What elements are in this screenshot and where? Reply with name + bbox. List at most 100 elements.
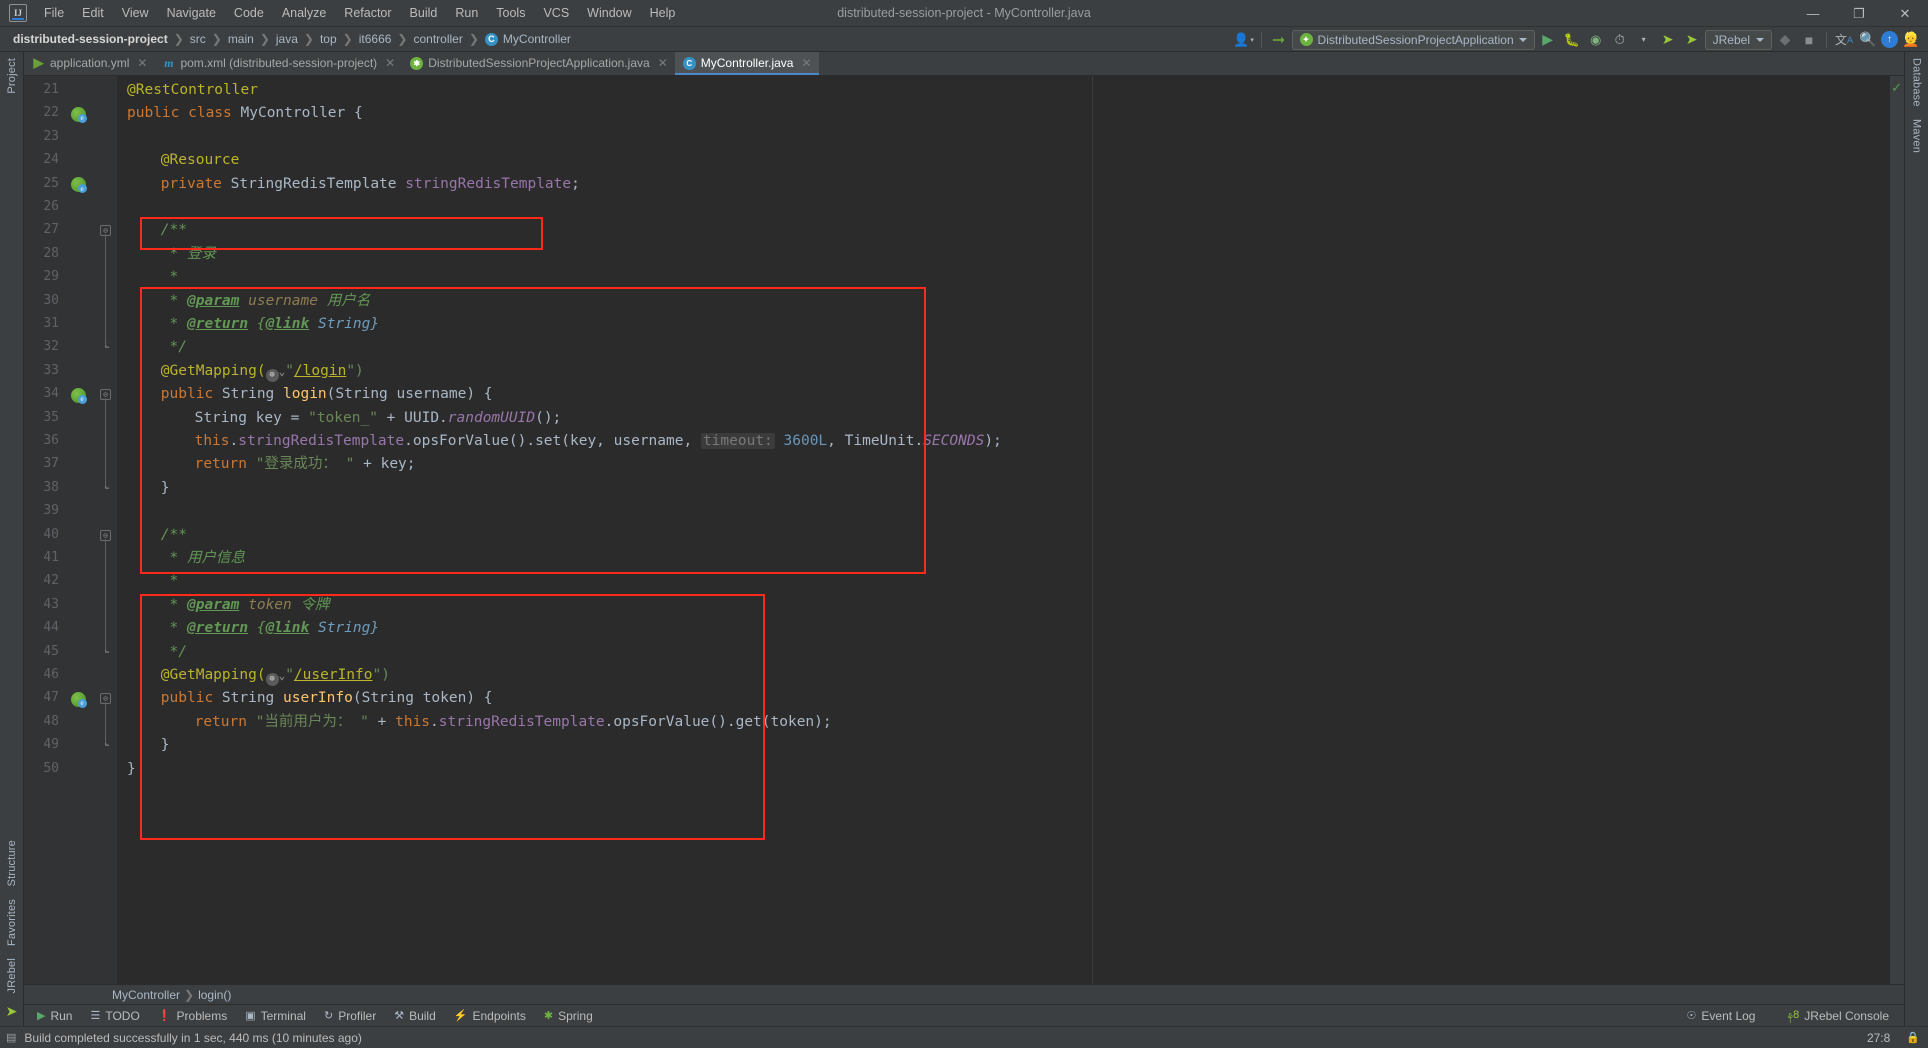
- jrebel-selector[interactable]: JRebel: [1704, 29, 1772, 50]
- code-line[interactable]: @GetMapping(⊕ ⌄"/login"): [161, 363, 364, 382]
- tool-window-button-spring[interactable]: ✱ Spring: [535, 1007, 602, 1025]
- menu-item-tools[interactable]: Tools: [487, 3, 534, 23]
- minimize-button[interactable]: —: [1790, 0, 1836, 27]
- profiler-icon[interactable]: ⏱: [1609, 29, 1631, 51]
- breadcrumb-item-distributed-session-project[interactable]: distributed-session-project: [8, 30, 173, 48]
- tool-window-tab-maven[interactable]: Maven: [1911, 113, 1923, 159]
- code-line[interactable]: * 登录: [161, 246, 216, 262]
- menu-item-build[interactable]: Build: [401, 3, 447, 23]
- tool-window-button-problems[interactable]: ❗ Problems: [149, 1007, 236, 1025]
- spring-endpoint-gutter-icon[interactable]: [70, 177, 87, 194]
- close-tab-icon[interactable]: ✕: [385, 56, 395, 70]
- close-tab-icon[interactable]: ✕: [137, 56, 147, 70]
- breadcrumb-item-src[interactable]: src: [185, 30, 211, 48]
- stop-icon[interactable]: ■: [1798, 29, 1820, 51]
- editor-tab-pom-xml[interactable]: m pom.xml (distributed-session-project) ✕: [154, 52, 402, 75]
- profile-icon[interactable]: 👤 ▾: [1233, 29, 1255, 51]
- spring-endpoint-gutter-icon[interactable]: [70, 691, 87, 708]
- menu-item-navigate[interactable]: Navigate: [158, 3, 225, 23]
- tool-window-button-build[interactable]: ⚒ Build: [385, 1007, 445, 1025]
- code-line[interactable]: * @return {@link String}: [161, 316, 380, 332]
- code-line[interactable]: * @param token 令牌: [161, 597, 330, 613]
- code-line[interactable]: }: [161, 480, 170, 496]
- tool-window-button-profiler[interactable]: ↻ Profiler: [315, 1007, 385, 1025]
- menu-item-analyze[interactable]: Analyze: [273, 3, 335, 23]
- breadcrumb-item-top[interactable]: top: [315, 30, 342, 48]
- code-line[interactable]: public class MyController {: [127, 105, 363, 121]
- close-tab-icon[interactable]: ✕: [801, 56, 811, 70]
- menu-item-run[interactable]: Run: [446, 3, 487, 23]
- lock-icon[interactable]: 🔒: [1906, 1031, 1920, 1044]
- breadcrumb-item-controller[interactable]: controller: [408, 30, 467, 48]
- menu-item-code[interactable]: Code: [225, 3, 273, 23]
- run-icon[interactable]: ▶: [1537, 29, 1559, 51]
- code-line[interactable]: *: [161, 269, 179, 285]
- editor-tab-application-yml[interactable]: ▶ application.yml ✕: [24, 52, 154, 75]
- code-line[interactable]: this.stringRedisTemplate.opsForValue().s…: [195, 433, 1002, 449]
- close-tab-icon[interactable]: ✕: [658, 56, 668, 70]
- hide-toolwindow-icon[interactable]: ▤: [6, 1031, 16, 1044]
- translate-icon[interactable]: 文A: [1833, 29, 1855, 51]
- code-line[interactable]: public String userInfo(String token) {: [161, 690, 493, 706]
- maximize-button[interactable]: ❐: [1836, 0, 1882, 27]
- menu-item-view[interactable]: View: [113, 3, 158, 23]
- caret-position[interactable]: 27:8: [1867, 1031, 1890, 1045]
- code-line[interactable]: String key = "token_" + UUID.randomUUID(…: [195, 410, 562, 426]
- breadcrumb-item-mycontroller[interactable]: C MyController: [480, 30, 576, 48]
- update-icon[interactable]: ↑: [1881, 31, 1898, 48]
- code-line[interactable]: }: [161, 737, 170, 753]
- close-button[interactable]: ✕: [1882, 0, 1928, 27]
- code-line[interactable]: public String login(String username) {: [161, 386, 493, 402]
- tool-window-tab-database[interactable]: Database: [1911, 52, 1923, 113]
- code-editor[interactable]: 21222324252627⊖2829303132└3334⊖35363738└…: [24, 76, 1904, 984]
- profiler-dropdown-icon[interactable]: ▾: [1633, 29, 1655, 51]
- editor-gutter[interactable]: 21222324252627⊖2829303132└3334⊖35363738└…: [24, 76, 117, 984]
- breadcrumb-item-it6666[interactable]: it6666: [354, 30, 397, 48]
- code-line[interactable]: private StringRedisTemplate stringRedisT…: [161, 176, 580, 192]
- code-line[interactable]: return "登录成功： " + key;: [195, 456, 416, 472]
- jrebel-run-icon[interactable]: ➤: [1657, 29, 1679, 51]
- web-endpoint-icon[interactable]: ⊕: [265, 673, 279, 686]
- menu-item-file[interactable]: File: [35, 3, 73, 23]
- code-line[interactable]: return "当前用户为： " + this.stringRedisTempl…: [195, 714, 832, 730]
- jrebel-debug-icon[interactable]: ➤: [1681, 29, 1703, 51]
- tool-window-tab-favorites[interactable]: Favorites: [6, 893, 18, 952]
- code-line[interactable]: }: [127, 761, 136, 777]
- user-avatar-icon[interactable]: 👱: [1900, 29, 1922, 51]
- editor-breadcrumb-item[interactable]: login(): [198, 988, 231, 1002]
- code-line[interactable]: *: [161, 573, 179, 589]
- tool-window-button-jrebel-console[interactable]: န8 JRebel Console: [1778, 1006, 1898, 1026]
- inspection-ok-icon[interactable]: ✓: [1891, 80, 1902, 96]
- jrebel-status-icon[interactable]: ➤: [6, 999, 18, 1026]
- debug-icon[interactable]: 🐛: [1561, 29, 1583, 51]
- tool-window-tab-project[interactable]: Project: [6, 52, 18, 100]
- update-project-icon[interactable]: ➞: [1268, 29, 1290, 51]
- menu-item-help[interactable]: Help: [641, 3, 685, 23]
- tool-window-button-todo[interactable]: ☰ TODO: [81, 1007, 148, 1025]
- tool-window-button-event-log[interactable]: ☉ Event Log: [1678, 1007, 1765, 1025]
- code-line[interactable]: * @param username 用户名: [161, 293, 371, 309]
- code-line[interactable]: @RestController: [127, 82, 258, 98]
- spring-endpoint-gutter-icon[interactable]: [70, 106, 87, 123]
- tool-window-tab-structure[interactable]: Structure: [6, 834, 18, 892]
- editor-tab-distributedsessionprojectapplication-java[interactable]: ✱ DistributedSessionProjectApplication.ja…: [402, 52, 675, 75]
- breadcrumb-item-java[interactable]: java: [271, 30, 303, 48]
- tool-window-button-terminal[interactable]: ▣ Terminal: [236, 1007, 315, 1025]
- run-configuration-selector[interactable]: ✦ DistributedSessionProjectApplication: [1291, 29, 1535, 50]
- code-line[interactable]: */: [161, 339, 187, 355]
- tool-window-button-endpoints[interactable]: ⚡ Endpoints: [445, 1007, 535, 1025]
- code-line[interactable]: @GetMapping(⊕ ⌄"/userInfo"): [161, 667, 390, 686]
- editor-breadcrumb-item[interactable]: MyController: [112, 988, 180, 1002]
- code-line[interactable]: * 用户信息: [161, 550, 245, 566]
- editor-scrollbar[interactable]: ✓: [1890, 76, 1904, 984]
- code-line[interactable]: * @return {@link String}: [161, 620, 380, 636]
- editor-tab-mycontroller-java[interactable]: C MyController.java ✕: [674, 52, 819, 75]
- spring-endpoint-gutter-icon[interactable]: [70, 387, 87, 404]
- code-content[interactable]: @RestController public class MyController…: [117, 76, 1904, 984]
- code-line[interactable]: @Resource: [161, 152, 240, 168]
- menu-item-edit[interactable]: Edit: [73, 3, 113, 23]
- breadcrumb-item-main[interactable]: main: [223, 30, 259, 48]
- attach-debugger-icon[interactable]: ◆: [1774, 29, 1796, 51]
- menu-item-window[interactable]: Window: [578, 3, 640, 23]
- menu-item-vcs[interactable]: VCS: [534, 3, 578, 23]
